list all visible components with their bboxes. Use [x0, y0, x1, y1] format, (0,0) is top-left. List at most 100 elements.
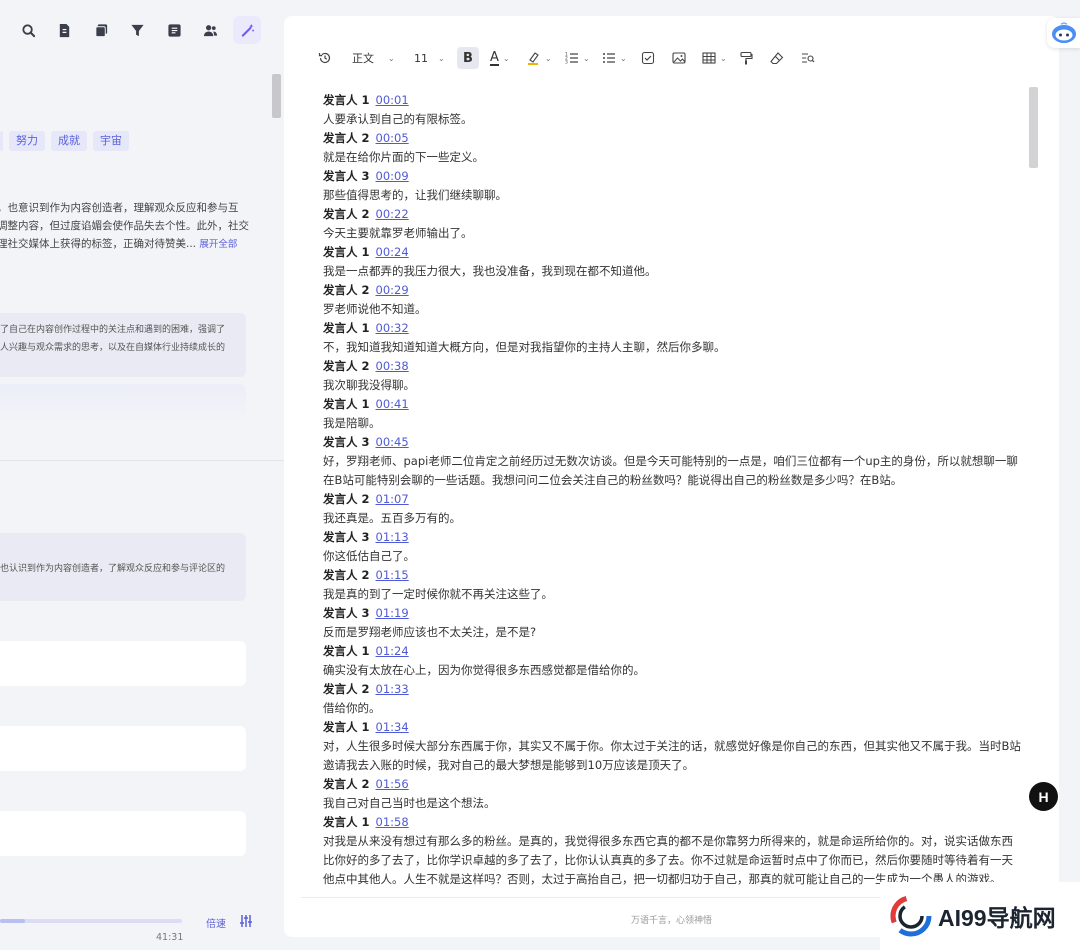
- timestamp-link[interactable]: 01:13: [376, 530, 409, 544]
- ai-assistant-button[interactable]: [1047, 18, 1080, 48]
- utterance-text[interactable]: 我是陪聊。: [323, 414, 1023, 433]
- format-painter-icon[interactable]: [739, 44, 753, 72]
- empty-card[interactable]: [0, 726, 246, 771]
- font-color-button[interactable]: A ⌄: [490, 44, 510, 72]
- search-icon[interactable]: [14, 16, 42, 44]
- ordered-list-button[interactable]: 1 2 3 ⌄: [565, 44, 590, 72]
- timestamp-link[interactable]: 01:15: [376, 568, 409, 582]
- speaker-label[interactable]: 发言人 1: [323, 321, 370, 335]
- utterance-text[interactable]: 不，我知道我知道知道大概方向，但是对我指望你的主持人主聊，然后你多聊。: [323, 338, 1023, 357]
- timestamp-link[interactable]: 00:29: [376, 283, 409, 297]
- copy-icon[interactable]: [87, 16, 115, 44]
- equalizer-icon[interactable]: [239, 914, 253, 928]
- qa-summary-card[interactable]: 也认识到作为内容创造者，了解观众反应和参与评论区的: [0, 533, 246, 601]
- tag-item[interactable]: 成就: [51, 131, 87, 151]
- speaker-label[interactable]: 发言人 3: [323, 169, 370, 183]
- speaker-label[interactable]: 发言人 1: [323, 815, 370, 829]
- speaker-label[interactable]: 发言人 1: [323, 644, 370, 658]
- timestamp-link[interactable]: 00:32: [376, 321, 409, 335]
- speaker-label[interactable]: 发言人 2: [323, 492, 370, 506]
- transcript-entry: 发言人 1 01:24 确实没有太放在心上，因为你觉得很多东西感觉都是借给你的。: [323, 642, 1023, 680]
- transcript-entry: 发言人 3 01:13 你这低估自己了。: [323, 528, 1023, 566]
- image-icon[interactable]: [672, 44, 686, 72]
- floating-h-button[interactable]: H: [1029, 782, 1058, 811]
- highlight-button[interactable]: ⌄: [527, 44, 552, 72]
- eraser-icon[interactable]: [770, 44, 784, 72]
- timestamp-link[interactable]: 00:38: [376, 359, 409, 373]
- timestamp-link[interactable]: 01:33: [376, 682, 409, 696]
- timestamp-link[interactable]: 00:09: [376, 169, 409, 183]
- card-line: 也认识到作为内容创造者，了解观众反应和参与评论区的: [0, 564, 226, 574]
- timestamp-link[interactable]: 01:58: [376, 815, 409, 829]
- speaker-label[interactable]: 发言人 2: [323, 682, 370, 696]
- utterance-text[interactable]: 就是在给你片面的下一些定义。: [323, 148, 1023, 167]
- utterance-text[interactable]: 那些值得思考的，让我们继续聊聊。: [323, 186, 1023, 205]
- bold-button[interactable]: B: [457, 47, 479, 69]
- empty-card[interactable]: [0, 641, 246, 686]
- document-icon[interactable]: [51, 16, 79, 44]
- timestamp-link[interactable]: 00:41: [376, 397, 409, 411]
- speaker-label[interactable]: 发言人 2: [323, 777, 370, 791]
- transcript-body[interactable]: 发言人 1 00:01 人要承认到自己的有限标签。发言人 2 00:05 就是在给你片面…: [323, 91, 1023, 891]
- paragraph-style-select[interactable]: 正文 ⌄: [352, 44, 395, 72]
- speaker-label[interactable]: 发言人 3: [323, 530, 370, 544]
- utterance-text[interactable]: 人要承认到自己的有限标签。: [323, 110, 1023, 129]
- speaker-label[interactable]: 发言人 1: [323, 93, 370, 107]
- chapter-summary-card[interactable]: 了自己在内容创作过程中的关注点和遇到的困难，强调了 人兴趣与观众需求的思考，以及…: [0, 313, 246, 377]
- timestamp-link[interactable]: 01:24: [376, 644, 409, 658]
- utterance-text[interactable]: 我是真的到了一定时候你就不再关注这些了。: [323, 585, 1023, 604]
- speaker-label[interactable]: 发言人 3: [323, 435, 370, 449]
- speaker-label[interactable]: 发言人 1: [323, 720, 370, 734]
- filter-icon[interactable]: [124, 16, 152, 44]
- timestamp-link[interactable]: 00:45: [376, 435, 409, 449]
- left-scrollbar[interactable]: [272, 74, 281, 118]
- tag-partial[interactable]: [0, 131, 3, 151]
- utterance-text[interactable]: 罗老师说他不知道。: [323, 300, 1023, 319]
- speaker-label[interactable]: 发言人 2: [323, 283, 370, 297]
- tag-item[interactable]: 宇宙: [93, 131, 129, 151]
- bullet-list-button[interactable]: ⌄: [602, 44, 627, 72]
- utterance-text[interactable]: 对我是从来没有想过有那么多的粉丝。是真的，我觉得很多东西它真的都不是你靠努力所得…: [323, 832, 1023, 889]
- table-icon: [702, 52, 716, 64]
- utterance-text[interactable]: 确实没有太放在心上，因为你觉得很多东西感觉都是借给你的。: [323, 661, 1023, 680]
- timestamp-link[interactable]: 00:22: [376, 207, 409, 221]
- utterance-text[interactable]: 反而是罗翔老师应该也不太关注，是不是?: [323, 623, 1023, 642]
- timestamp-link[interactable]: 00:24: [376, 245, 409, 259]
- utterance-text[interactable]: 我自己对自己当时也是这个想法。: [323, 794, 1023, 813]
- timestamp-link[interactable]: 01:07: [376, 492, 409, 506]
- utterance-text[interactable]: 我还真是。五百多万有的。: [323, 509, 1023, 528]
- timestamp-link[interactable]: 01:19: [376, 606, 409, 620]
- magic-wand-icon[interactable]: [233, 16, 261, 44]
- caption-icon[interactable]: [160, 16, 188, 44]
- utterance-text[interactable]: 我次聊我没得聊。: [323, 376, 1023, 395]
- speaker-label[interactable]: 发言人 2: [323, 359, 370, 373]
- utterance-text[interactable]: 对，人生很多时候大部分东西属于你，其实又不属于你。你太过于关注的话，就感觉好像是…: [323, 737, 1023, 775]
- utterance-text[interactable]: 你这低估自己了。: [323, 547, 1023, 566]
- utterance-text[interactable]: 好，罗翔老师、papi老师二位肯定之前经历过无数次访谈。但是今天可能特别的一点是…: [323, 452, 1023, 490]
- tag-item[interactable]: 努力: [9, 131, 45, 151]
- empty-card[interactable]: [0, 811, 246, 856]
- speaker-label[interactable]: 发言人 3: [323, 606, 370, 620]
- people-icon[interactable]: [197, 16, 225, 44]
- speaker-label[interactable]: 发言人 2: [323, 207, 370, 221]
- speaker-label[interactable]: 发言人 1: [323, 245, 370, 259]
- speaker-label[interactable]: 发言人 2: [323, 131, 370, 145]
- speaker-label[interactable]: 发言人 2: [323, 568, 370, 582]
- expand-all-link[interactable]: 展开全部: [199, 239, 237, 250]
- timestamp-link[interactable]: 00:01: [376, 93, 409, 107]
- utterance-text[interactable]: 借给你的。: [323, 699, 1023, 718]
- find-replace-icon[interactable]: [801, 44, 815, 72]
- timestamp-link[interactable]: 01:56: [376, 777, 409, 791]
- speaker-label[interactable]: 发言人 1: [323, 397, 370, 411]
- utterance-text[interactable]: 今天主要就靠罗老师输出了。: [323, 224, 1023, 243]
- playback-speed-button[interactable]: 倍速: [206, 915, 226, 930]
- timestamp-link[interactable]: 01:34: [376, 720, 409, 734]
- table-button[interactable]: ⌄: [702, 44, 727, 72]
- history-icon[interactable]: [316, 44, 334, 72]
- timestamp-link[interactable]: 00:05: [376, 131, 409, 145]
- utterance-text[interactable]: 我是一点都弄的我压力很大，我也没准备，我到现在都不知道他。: [323, 262, 1023, 281]
- editor-scrollbar[interactable]: [1029, 87, 1038, 168]
- checkbox-icon[interactable]: [641, 44, 655, 72]
- font-size-select[interactable]: 11 ⌄: [414, 44, 445, 72]
- audio-progress-bar[interactable]: [0, 919, 182, 923]
